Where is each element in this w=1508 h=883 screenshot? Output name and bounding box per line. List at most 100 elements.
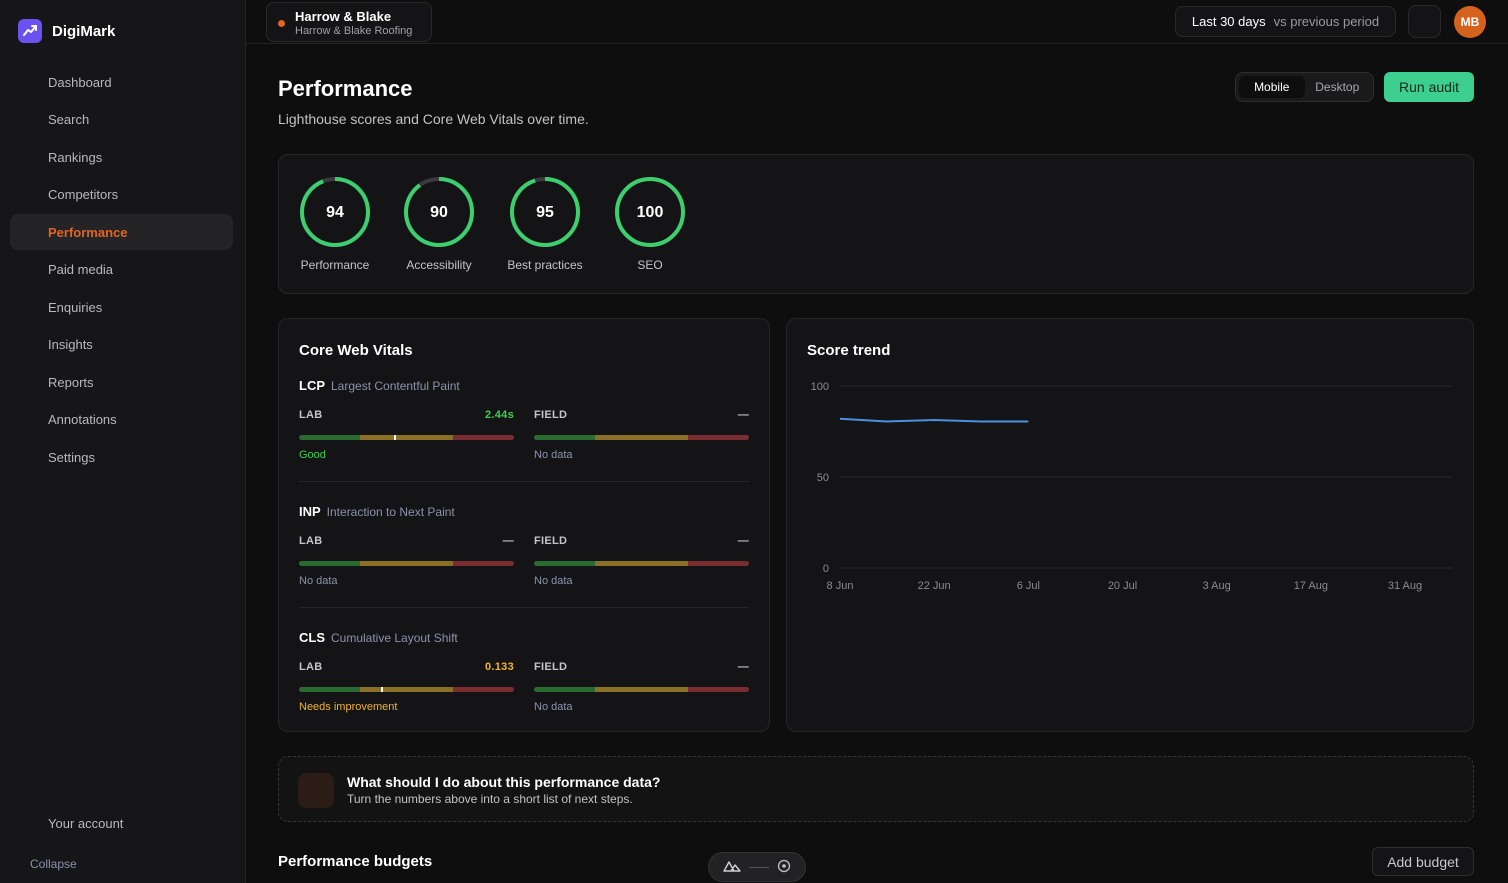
nuxt-logo-icon[interactable] xyxy=(723,860,741,875)
x-tick-label: 17 Aug xyxy=(1294,580,1328,592)
page-title: Performance xyxy=(278,76,413,101)
cwv-metric-header: INP Interaction to Next Paint xyxy=(299,504,749,519)
cwv-metric-name: Cumulative Layout Shift xyxy=(331,631,458,645)
performance-advice-banner[interactable]: What should I do about this performance … xyxy=(278,756,1474,822)
sidebar-nav: Dashboard Search Rankings Competitors Perfor… xyxy=(10,64,233,477)
cwv-lab-value: 2.44s xyxy=(484,409,514,421)
sidebar: DigiMark Dashboard Search Rankings Competit… xyxy=(0,0,246,883)
cwv-lab-note: Good xyxy=(299,449,326,461)
x-tick-label: 20 Jul xyxy=(1108,580,1137,592)
score-gauge-seo: 100 SEO xyxy=(600,175,700,272)
date-range-picker[interactable]: Last 30 days vs previous period xyxy=(1175,6,1396,37)
cwv-lab-header: LAB — xyxy=(299,535,514,547)
collapse-button[interactable]: Collapse xyxy=(30,857,77,871)
x-tick-label: 31 Aug xyxy=(1388,580,1422,592)
cwv-threshold-bar xyxy=(299,435,514,440)
sidebar-item-performance[interactable]: Performance xyxy=(10,214,233,250)
client-status-dot xyxy=(278,20,285,27)
sidebar-item-annotations[interactable]: Annotations xyxy=(10,402,233,438)
device-option-mobile[interactable]: Mobile xyxy=(1239,76,1305,98)
trend-icon xyxy=(18,19,42,43)
sidebar-item-settings[interactable]: Settings xyxy=(10,439,233,475)
advice-subtitle: Turn the numbers above into a short list… xyxy=(347,792,633,806)
cwv-metric-abbr: INP xyxy=(299,504,321,519)
cwv-bar-segment xyxy=(452,561,514,566)
sidebar-item-dashboard[interactable]: Dashboard xyxy=(10,64,233,100)
score-trend-card: Score trend 100 50 0 8 Jun 22 Jun 6 Jul 20 Jul… xyxy=(786,318,1474,732)
brand[interactable]: DigiMark xyxy=(18,19,115,43)
cwv-field-header: FIELD — xyxy=(534,409,749,421)
x-tick-label: 22 Jun xyxy=(918,580,951,592)
cwv-lab-note: No data xyxy=(299,575,338,587)
cwv-bar-segment xyxy=(534,561,596,566)
cwv-lab-value: — xyxy=(502,535,514,547)
cwv-bar-segment xyxy=(595,435,688,440)
date-range-label: Last 30 days xyxy=(1191,14,1266,29)
run-audit-button[interactable]: Run audit xyxy=(1384,72,1474,102)
cwv-bar-segment xyxy=(299,435,361,440)
cwv-lab-label: LAB xyxy=(299,409,323,421)
cwv-metric-abbr: CLS xyxy=(299,630,325,645)
score-label: Performance xyxy=(300,258,370,272)
cwv-lab-header: LAB 0.133 xyxy=(299,661,514,673)
cwv-bar-segment xyxy=(360,435,453,440)
add-budget-button[interactable]: Add budget xyxy=(1372,847,1474,876)
sidebar-item-competitors[interactable]: Competitors xyxy=(10,177,233,213)
sidebar-item-reports[interactable]: Reports xyxy=(10,364,233,400)
your-account-link[interactable]: Your account xyxy=(48,816,123,831)
cwv-field-label: FIELD xyxy=(534,535,568,547)
cwv-title: Core Web Vitals xyxy=(299,342,413,359)
sidebar-item-rankings[interactable]: Rankings xyxy=(10,139,233,175)
cwv-bar-segment xyxy=(687,561,749,566)
cwv-metric-abbr: LCP xyxy=(299,378,325,393)
cwv-bar-marker xyxy=(393,435,396,440)
cwv-threshold-bar xyxy=(534,687,749,692)
cwv-field-header: FIELD — xyxy=(534,535,749,547)
divider-icon xyxy=(749,866,769,868)
inspect-icon[interactable] xyxy=(777,859,791,876)
cwv-field-note: No data xyxy=(534,449,573,461)
cwv-metric-header: LCP Largest Contentful Paint xyxy=(299,378,749,393)
score-gauge-accessibility: 90 Accessibility xyxy=(389,175,489,272)
cwv-metric-lcp: LCP Largest Contentful Paint LAB 2.44s Good F… xyxy=(299,378,749,461)
cwv-bar-segment xyxy=(452,687,514,692)
sidebar-item-paid-media[interactable]: Paid media xyxy=(10,252,233,288)
cwv-lab-panel: LAB 2.44s Good xyxy=(299,409,514,461)
y-tick-label: 50 xyxy=(817,472,829,484)
cwv-field-note: No data xyxy=(534,575,573,587)
score-ring: 100 xyxy=(615,177,685,247)
cwv-metric-header: CLS Cumulative Layout Shift xyxy=(299,630,749,645)
cwv-bar-segment xyxy=(452,435,514,440)
devtools-toolbar[interactable] xyxy=(708,852,806,882)
sidebar-item-enquiries[interactable]: Enquiries xyxy=(10,289,233,325)
cwv-threshold-bar xyxy=(534,561,749,566)
y-tick-label: 100 xyxy=(811,381,829,393)
cwv-metric-inp: INP Interaction to Next Paint LAB — No data F… xyxy=(299,504,749,587)
score-gauge-best-practices: 95 Best practices xyxy=(495,175,595,272)
device-option-desktop[interactable]: Desktop xyxy=(1305,76,1371,98)
topbar: Harrow & Blake Harrow & Blake Roofing La… xyxy=(246,0,1508,44)
score-gauge-performance: 94 Performance xyxy=(285,175,385,272)
sidebar-item-insights[interactable]: Insights xyxy=(10,327,233,363)
cwv-lab-value: 0.133 xyxy=(484,661,514,673)
cwv-divider xyxy=(299,481,749,482)
client-subtitle: Harrow & Blake Roofing xyxy=(295,25,413,37)
cwv-field-header: FIELD — xyxy=(534,661,749,673)
sidebar-item-search[interactable]: Search xyxy=(10,102,233,138)
cwv-field-note: No data xyxy=(534,701,573,713)
cwv-lab-panel: LAB — No data xyxy=(299,535,514,587)
cwv-bar-segment xyxy=(687,435,749,440)
avatar[interactable]: MB xyxy=(1454,6,1486,38)
score-label: Best practices xyxy=(507,258,583,272)
theme-toggle-button[interactable] xyxy=(1408,5,1441,38)
cwv-bar-segment xyxy=(595,561,688,566)
x-tick-label: 8 Jun xyxy=(827,580,854,592)
cwv-bar-segment xyxy=(299,561,361,566)
score-ring: 95 xyxy=(510,177,580,247)
cwv-threshold-bar xyxy=(299,687,514,692)
cwv-field-label: FIELD xyxy=(534,409,568,421)
client-switcher[interactable]: Harrow & Blake Harrow & Blake Roofing xyxy=(266,2,432,42)
cwv-lab-label: LAB xyxy=(299,661,323,673)
score-value: 90 xyxy=(430,204,448,221)
brand-name: DigiMark xyxy=(52,22,116,40)
